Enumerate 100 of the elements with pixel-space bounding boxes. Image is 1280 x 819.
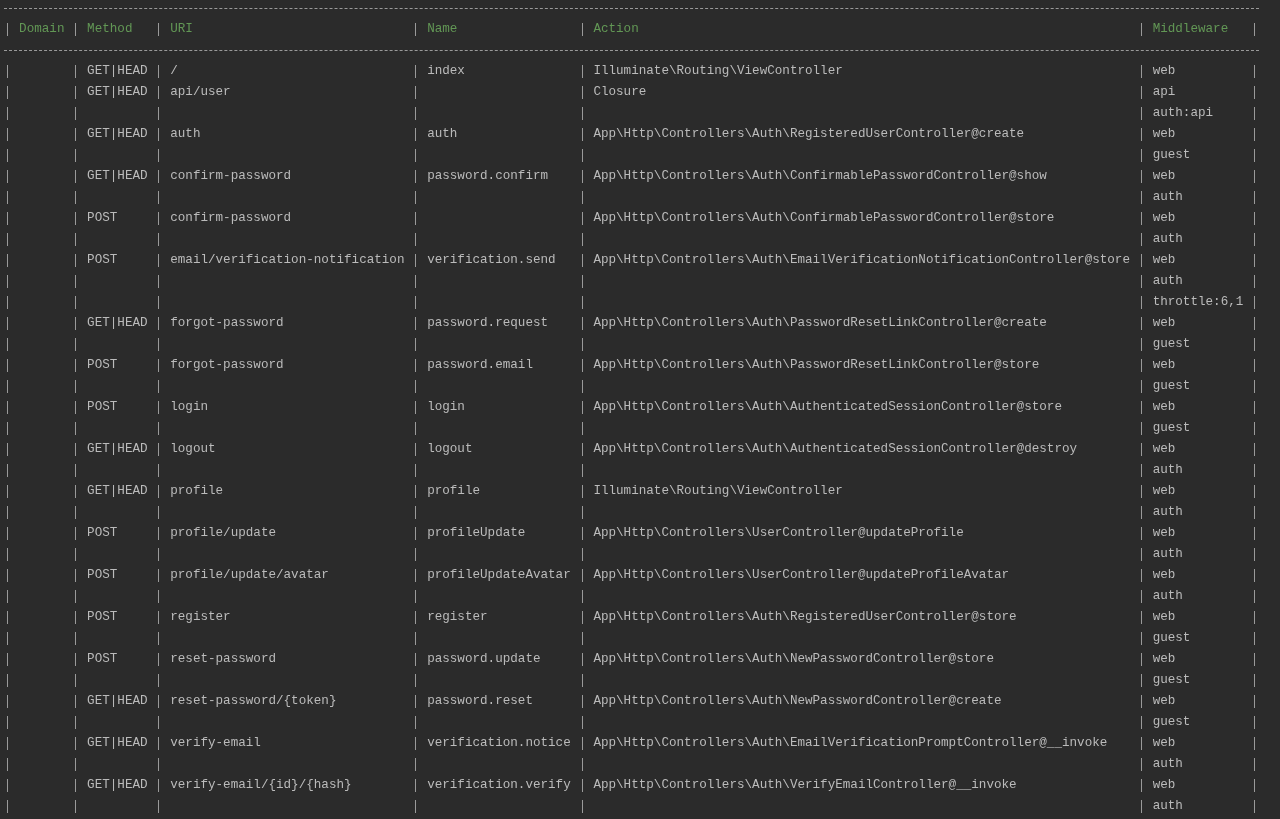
table-cell: App\Http\Controllers\Auth\EmailVerificationPromptController@__invoke: [593, 736, 1108, 750]
table-cell: profileUpdate: [427, 526, 526, 540]
table-cell: guest: [1152, 379, 1191, 393]
table-cell: auth:api: [1152, 106, 1214, 120]
table-cell: GET|HEAD: [87, 85, 148, 99]
table-cell: POST: [87, 400, 118, 414]
table-cell: web: [1152, 610, 1176, 624]
table-cell: password.confirm: [427, 169, 549, 183]
table-cell: web: [1152, 169, 1176, 183]
table-cell: profileUpdateAvatar: [427, 568, 571, 582]
table-cell: GET|HEAD: [87, 694, 148, 708]
table-cell: GET|HEAD: [87, 169, 148, 183]
table-cell: App\Http\Controllers\Auth\NewPasswordController@store: [593, 652, 994, 666]
table-cell: web: [1152, 400, 1176, 414]
table-cell: GET|HEAD: [87, 484, 148, 498]
table-cell: App\Http\Controllers\Auth\AuthenticatedSessionController@store: [593, 400, 1062, 414]
table-cell: email/verification-notification: [170, 253, 405, 267]
table-cell: web: [1152, 211, 1176, 225]
table-cell: GET|HEAD: [87, 778, 148, 792]
column-header: Domain: [19, 22, 65, 36]
table-cell: auth: [1152, 589, 1183, 603]
table-cell: verify-email/{id}/{hash}: [170, 778, 352, 792]
table-cell: password.request: [427, 316, 549, 330]
table-cell: App\Http\Controllers\Auth\RegisteredUserController@store: [593, 610, 1017, 624]
table-cell: confirm-password: [170, 211, 292, 225]
table-cell: App\Http\Controllers\Auth\ConfirmablePasswordController@store: [593, 211, 1055, 225]
table-cell: App\Http\Controllers\Auth\AuthenticatedSessionController@destroy: [593, 442, 1078, 456]
table-cell: profile: [427, 484, 481, 498]
table-cell: web: [1152, 358, 1176, 372]
table-cell: web: [1152, 778, 1176, 792]
column-header: Action: [593, 22, 639, 36]
table-cell: verification.notice: [427, 736, 571, 750]
table-cell: App\Http\Controllers\Auth\ConfirmablePasswordController@show: [593, 169, 1047, 183]
table-cell: guest: [1152, 673, 1191, 687]
table-cell: profile/update: [170, 526, 276, 540]
table-cell: Illuminate\Routing\ViewController: [593, 64, 843, 78]
table-cell: App\Http\Controllers\Auth\NewPasswordController@create: [593, 694, 1002, 708]
table-cell: guest: [1152, 337, 1191, 351]
table-cell: App\Http\Controllers\Auth\RegisteredUserController@create: [593, 127, 1025, 141]
table-cell: profile/update/avatar: [170, 568, 329, 582]
table-cell: GET|HEAD: [87, 736, 148, 750]
table-cell: verification.verify: [427, 778, 571, 792]
table-cell: POST: [87, 211, 118, 225]
column-header: Method: [87, 22, 133, 36]
table-cell: POST: [87, 568, 118, 582]
table-cell: App\Http\Controllers\UserController@updateProfileAvatar: [593, 568, 1010, 582]
table-cell: GET|HEAD: [87, 64, 148, 78]
table-cell: auth: [1152, 799, 1183, 813]
table-cell: App\Http\Controllers\Auth\PasswordResetLinkController@create: [593, 316, 1047, 330]
table-cell: guest: [1152, 631, 1191, 645]
table-cell: logout: [427, 442, 473, 456]
table-cell: logout: [170, 442, 216, 456]
table-cell: web: [1152, 736, 1176, 750]
table-cell: auth: [1152, 232, 1183, 246]
table-cell: web: [1152, 652, 1176, 666]
table-cell: api: [1152, 85, 1176, 99]
table-cell: verification.send: [427, 253, 556, 267]
table-cell: App\Http\Controllers\UserController@updateProfile: [593, 526, 964, 540]
column-header: Name: [427, 22, 458, 36]
table-cell: App\Http\Controllers\Auth\PasswordResetLinkController@store: [593, 358, 1040, 372]
table-cell: POST: [87, 253, 118, 267]
table-cell: auth: [1152, 757, 1183, 771]
table-cell: auth: [1152, 463, 1183, 477]
table-cell: Illuminate\Routing\ViewController: [593, 484, 843, 498]
table-cell: auth: [1152, 274, 1183, 288]
table-cell: register: [170, 610, 231, 624]
table-cell: web: [1152, 127, 1176, 141]
column-header: URI: [170, 22, 193, 36]
table-cell: guest: [1152, 715, 1191, 729]
table-cell: POST: [87, 358, 118, 372]
table-cell: index: [427, 64, 465, 78]
table-cell: guest: [1152, 148, 1191, 162]
table-cell: web: [1152, 316, 1176, 330]
table-cell: login: [427, 400, 465, 414]
table-cell: web: [1152, 694, 1176, 708]
table-cell: register: [427, 610, 488, 624]
table-cell: web: [1152, 253, 1176, 267]
table-cell: reset-password: [170, 652, 276, 666]
table-cell: confirm-password: [170, 169, 292, 183]
table-cell: auth: [170, 127, 201, 141]
table-cell: web: [1152, 64, 1176, 78]
table-cell: auth: [1152, 505, 1183, 519]
table-cell: auth: [427, 127, 458, 141]
table-cell: throttle:6,1: [1152, 295, 1244, 309]
table-cell: auth: [1152, 547, 1183, 561]
table-cell: web: [1152, 568, 1176, 582]
table-cell: password.reset: [427, 694, 533, 708]
table-cell: auth: [1152, 190, 1183, 204]
table-cell: Closure: [593, 85, 647, 99]
table-cell: POST: [87, 610, 118, 624]
table-cell: api/user: [170, 85, 231, 99]
table-cell: verify-email: [170, 736, 261, 750]
table-cell: profile: [170, 484, 224, 498]
table-cell: POST: [87, 652, 118, 666]
table-cell: guest: [1152, 421, 1191, 435]
table-cell: GET|HEAD: [87, 316, 148, 330]
table-cell: login: [170, 400, 208, 414]
table-cell: web: [1152, 526, 1176, 540]
table-cell: App\Http\Controllers\Auth\VerifyEmailController@__invoke: [593, 778, 1017, 792]
table-cell: password.update: [427, 652, 541, 666]
